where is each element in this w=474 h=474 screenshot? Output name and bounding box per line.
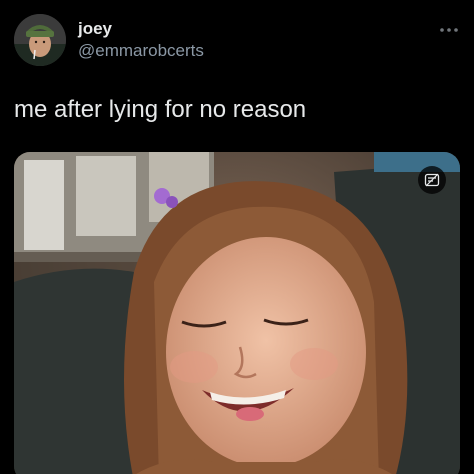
tweet-media[interactable]: [14, 152, 460, 474]
user-handle[interactable]: @emmarobcerts: [78, 40, 204, 62]
tweet: joey @emmarobcerts me after lying for no…: [0, 0, 474, 474]
tweet-text: me after lying for no reason: [14, 96, 307, 123]
tweet-header: joey @emmarobcerts: [14, 12, 460, 68]
media-image: [14, 152, 460, 474]
display-name[interactable]: joey: [78, 18, 204, 40]
more-options-icon[interactable]: [438, 22, 460, 32]
avatar-photo: [14, 14, 66, 66]
avatar[interactable]: [14, 14, 66, 66]
user-names: joey @emmarobcerts: [78, 18, 204, 62]
image-description-icon[interactable]: [418, 166, 446, 194]
